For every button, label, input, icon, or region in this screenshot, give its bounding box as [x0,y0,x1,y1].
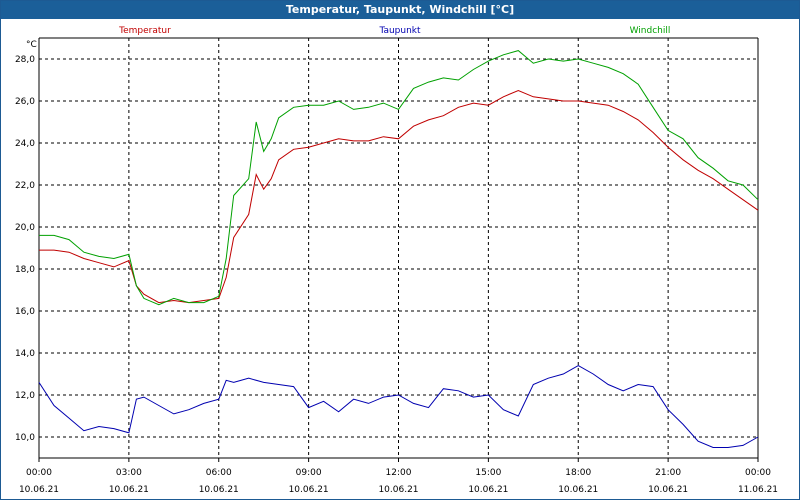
y-tick-label: 16,0 [15,307,35,317]
y-tick-label: 22,0 [15,181,35,191]
x-tick-time: 12:00 [386,468,412,478]
y-tick-label: 26,0 [15,97,35,107]
x-tick-time: 06:00 [206,468,232,478]
line-chart: 10,0 12,0 14,0 16,0 18,0 20,0 22,0 24,0 26,0 28,0… [15,26,778,495]
y-tick-label: 14,0 [15,349,35,359]
legend: Temperatur Taupunkt Windchill [118,26,670,36]
x-tick-date: 10.06.21 [19,485,59,495]
x-tick-time: 00:00 [745,468,771,478]
x-tick-labels: 00:00 10.06.21 03:00 10.06.21 06:00 10.06.21 0… [19,468,778,495]
x-tick-time: 09:00 [296,468,322,478]
x-tick-date: 11.06.21 [738,485,778,495]
y-tick-label: 24,0 [15,139,35,149]
x-tick-date: 10.06.21 [648,485,688,495]
y-tick-label: 12,0 [15,391,35,401]
x-tick-date: 10.06.21 [199,485,239,495]
x-tick-date: 10.06.21 [378,485,418,495]
x-tick-time: 21:00 [655,468,681,478]
x-tick-date: 10.06.21 [468,485,508,495]
y-tick-label: 18,0 [15,265,35,275]
x-tick-date: 10.06.21 [558,485,598,495]
y-tick-label: 28,0 [15,55,35,65]
x-tick-time: 03:00 [116,468,142,478]
y-tick-label: 20,0 [15,223,35,233]
x-tick-time: 15:00 [475,468,501,478]
x-tick-date: 10.06.21 [109,485,149,495]
x-tick-time: 18:00 [565,468,591,478]
y-tick-label: 10,0 [15,433,35,443]
x-tick-date: 10.06.21 [289,485,329,495]
legend-entry-taupunkt: Taupunkt [378,26,421,36]
x-tick-time: 00:00 [26,468,52,478]
y-tick-labels: 10,0 12,0 14,0 16,0 18,0 20,0 22,0 24,0 26,0 28,0 [15,55,35,443]
y-axis-unit-label: °C [26,40,37,50]
legend-entry-windchill: Windchill [630,26,671,36]
legend-entry-temperatur: Temperatur [118,26,171,36]
